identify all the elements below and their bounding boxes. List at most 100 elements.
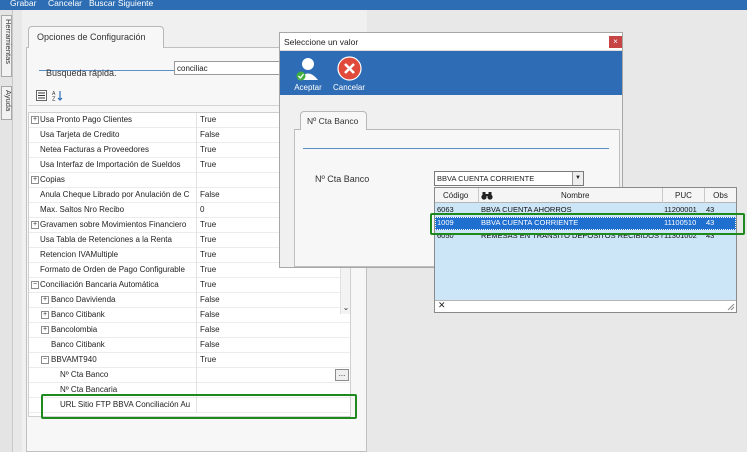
- collapse-icon[interactable]: −: [31, 281, 39, 289]
- property-value[interactable]: True: [200, 355, 216, 364]
- cancel-button[interactable]: Cancelar: [329, 54, 369, 94]
- resize-grip-icon[interactable]: [727, 303, 735, 311]
- property-row[interactable]: Nº Cta Banco...: [29, 368, 350, 383]
- side-tab-ayuda[interactable]: Ayuda: [1, 86, 13, 120]
- highlight-nro-cta-banco-row: [41, 394, 357, 419]
- column-divider: [196, 248, 197, 263]
- property-row[interactable]: + Banco Citibank False: [29, 308, 350, 323]
- chevron-down-icon[interactable]: ▼: [572, 172, 583, 185]
- property-row[interactable]: + Bancolombia False: [29, 323, 350, 338]
- expand-icon[interactable]: +: [31, 116, 39, 124]
- property-name: Anula Cheque Librado por Anulación de C: [40, 190, 190, 199]
- column-divider: [196, 278, 197, 293]
- column-divider: [196, 203, 197, 218]
- expand-icon[interactable]: +: [31, 176, 39, 184]
- account-dropdown-list: Código Nombre PUC Obs 6063 BBVA CUENTA AH…: [434, 187, 737, 313]
- menu-buscar-siguiente[interactable]: Buscar Siguiente: [89, 0, 153, 8]
- expand-icon[interactable]: +: [41, 311, 49, 319]
- property-value[interactable]: False: [200, 340, 220, 349]
- expand-icon[interactable]: +: [41, 296, 49, 304]
- column-divider: [196, 113, 197, 128]
- tab-opciones-configuracion[interactable]: Opciones de Configuración: [28, 26, 164, 48]
- column-divider: [196, 323, 197, 338]
- column-divider: [196, 368, 197, 383]
- search-label: Busqueda rápida.: [46, 68, 117, 78]
- menu-cancelar[interactable]: Cancelar: [48, 0, 82, 8]
- property-value[interactable]: True: [200, 145, 216, 154]
- account-combo[interactable]: BBVA CUENTA CORRIENTE ▼: [434, 171, 584, 186]
- side-tab-ayuda-label: Ayuda: [4, 90, 13, 112]
- col-nombre: Nombre: [561, 191, 590, 200]
- highlight-selected-account: [430, 213, 745, 235]
- accept-button-label: Aceptar: [294, 83, 322, 92]
- column-divider: [196, 293, 197, 308]
- property-value[interactable]: True: [200, 220, 216, 229]
- property-value[interactable]: False: [200, 310, 220, 319]
- property-value[interactable]: True: [200, 280, 216, 289]
- property-name: Usa Pronto Pago Clientes: [40, 115, 133, 124]
- close-icon[interactable]: ×: [609, 36, 622, 48]
- categorized-view-icon[interactable]: [36, 90, 47, 101]
- side-tab-herramientas[interactable]: Herramientas: [1, 15, 13, 77]
- expand-icon[interactable]: +: [41, 326, 49, 334]
- tab-nro-cta-banco[interactable]: Nº Cta Banco: [300, 111, 367, 130]
- menu-grabar[interactable]: Grabar: [10, 0, 36, 8]
- property-name: Usa Tabla de Retenciones a la Renta: [40, 235, 172, 244]
- property-value[interactable]: False: [200, 190, 220, 199]
- ellipsis-button[interactable]: ...: [335, 369, 349, 381]
- expand-icon[interactable]: +: [31, 221, 39, 229]
- property-name: Conciliación Bancaria Automática: [40, 280, 159, 289]
- collapse-icon[interactable]: −: [41, 356, 49, 364]
- tab-opciones-configuracion-label: Opciones de Configuración: [37, 32, 146, 42]
- col-obs[interactable]: Obs: [705, 188, 736, 203]
- col-puc[interactable]: PUC: [663, 188, 705, 203]
- property-value[interactable]: False: [200, 295, 220, 304]
- property-value[interactable]: True: [200, 115, 216, 124]
- property-name: Usa Interfaz de Importación de Sueldos: [40, 160, 181, 169]
- property-name: Nº Cta Bancaria: [60, 385, 118, 394]
- property-value[interactable]: 0: [200, 205, 204, 214]
- property-value[interactable]: False: [200, 130, 220, 139]
- col-nombre-cell[interactable]: Nombre: [479, 188, 663, 203]
- property-value[interactable]: True: [200, 250, 216, 259]
- column-divider: [196, 173, 197, 188]
- side-tab-strip: Herramientas Ayuda: [0, 10, 13, 452]
- accept-button[interactable]: Aceptar: [288, 54, 328, 94]
- scroll-down-icon[interactable]: ⌄: [341, 303, 351, 314]
- property-name: Formato de Orden de Pago Configurable: [40, 265, 185, 274]
- search-input[interactable]: [174, 61, 294, 75]
- property-row[interactable]: − Conciliación Bancaria Automática True: [29, 278, 350, 293]
- dropdown-header: Código Nombre PUC Obs: [435, 188, 736, 203]
- svg-text:Z: Z: [52, 97, 56, 102]
- property-name: Bancolombia: [51, 325, 98, 334]
- property-value[interactable]: True: [200, 160, 216, 169]
- column-divider: [196, 158, 197, 173]
- property-name: Usa Tarjeta de Credito: [40, 130, 120, 139]
- property-value[interactable]: True: [200, 235, 216, 244]
- property-value[interactable]: True: [200, 265, 216, 274]
- dropdown-footer: ✕: [435, 300, 736, 312]
- column-divider: [196, 188, 197, 203]
- sort-alphabetical-icon[interactable]: AZ: [52, 90, 63, 103]
- menu-bar: Grabar Cancelar Buscar Siguiente: [0, 0, 747, 10]
- property-name: Retencion IVAMultiple: [40, 250, 119, 259]
- property-name: Gravamen sobre Movimientos Financiero: [40, 220, 187, 229]
- column-divider: [196, 233, 197, 248]
- binoculars-icon: [481, 192, 493, 200]
- column-divider: [196, 143, 197, 158]
- cancel-icon: [337, 56, 362, 81]
- tab-nro-cta-banco-label: Nº Cta Banco: [307, 116, 359, 126]
- property-name: Copias: [40, 175, 65, 184]
- property-row[interactable]: − BBVAMT940 True: [29, 353, 350, 368]
- column-divider: [196, 263, 197, 278]
- close-icon[interactable]: ✕: [438, 300, 446, 311]
- column-divider: [196, 338, 197, 353]
- col-codigo[interactable]: Código: [435, 188, 479, 203]
- property-value[interactable]: False: [200, 325, 220, 334]
- property-row[interactable]: + Banco Davivienda False: [29, 293, 350, 308]
- cancel-button-label: Cancelar: [332, 83, 365, 92]
- dialog-title-bar: Seleccione un valor ×: [280, 33, 622, 51]
- property-name: Netea Facturas a Proveedores: [40, 145, 149, 154]
- property-row[interactable]: Banco Citibank False: [29, 338, 350, 353]
- property-name: BBVAMT940: [51, 355, 97, 364]
